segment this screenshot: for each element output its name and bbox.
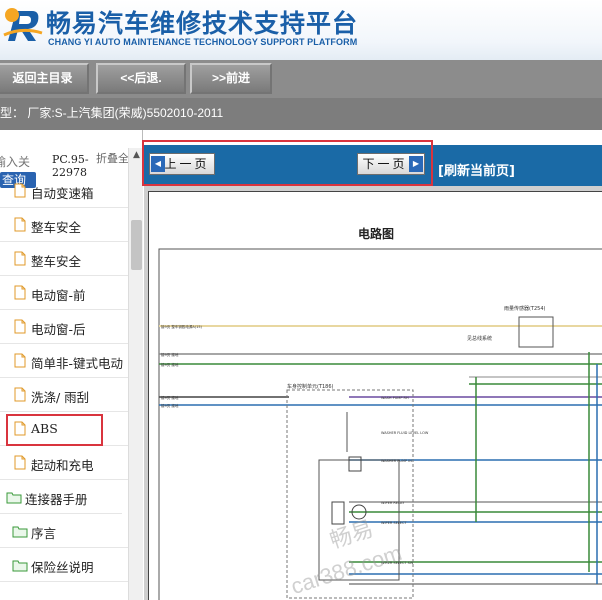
tree-item[interactable]: 连接器手册 [0,480,122,514]
svg-text:WIPER SELECT: WIPER SELECT [381,521,407,525]
folder-icon [12,526,28,538]
vehicle-info-bar: 车型： 厂家:S-上汽集团(荣威)5502010-2011 [0,98,602,130]
document-viewer: 电路图 雨量传感器(T254) 见总线系统 车身控制单元(T186) 接9页 整… [144,186,602,600]
tree-item[interactable]: 起动和充电 [0,446,128,480]
tree-item-label: 起动和充电 [31,458,94,473]
tree-item[interactable]: 序言 [0,514,128,548]
svg-text:见总线系统: 见总线系统 [467,335,492,342]
tree-item[interactable]: 整车安全 [0,242,128,276]
tree-item-label: 电动窗-后 [31,322,86,337]
document-icon [14,183,26,198]
scroll-thumb[interactable] [131,220,142,270]
folder-icon [6,492,22,504]
main-toolbar: 返回主目录 <<后退. >>前进 [0,60,602,98]
home-button[interactable]: 返回主目录 [0,63,89,94]
back-button[interactable]: <<后退. [96,63,186,94]
document-icon [14,285,26,300]
tree-item[interactable]: 保险丝说明 [0,548,128,582]
tree-item-label: 洗涤/ 雨刮 [31,390,90,405]
logo-icon [3,8,43,41]
tree-item-label: 简单非-键式电动 [31,356,124,371]
forward-button[interactable]: >>前进 [190,63,272,94]
svg-text:接9页 整车钥匙电源A(15): 接9页 整车钥匙电源A(15) [161,324,203,329]
svg-text:接9页 接地: 接9页 接地 [161,352,179,357]
svg-text:接9页 接地: 接9页 接地 [161,362,179,367]
svg-text:WASH PUMP RH: WASH PUMP RH [381,396,409,400]
tree-item[interactable]: 自动变速箱 [0,174,128,208]
document-icon [14,353,26,368]
selected-highlight [6,414,103,446]
app-subtitle: CHANG YI AUTO MAINTENANCE TECHNOLOGY SUP… [48,37,358,47]
left-scrollbar[interactable]: ▲ [128,148,143,600]
tree-item[interactable]: 简单非-键式电动 [0,344,128,378]
folder-icon [12,560,28,572]
tree-item-label: 连接器手册 [25,492,88,507]
tree-item-label: 整车安全 [31,254,82,269]
tree-item[interactable]: 电动窗-后 [0,310,128,344]
svg-text:雨量传感器(T254): 雨量传感器(T254) [504,305,546,312]
svg-text:WASHER FLUID LEVEL LOW: WASHER FLUID LEVEL LOW [381,431,429,435]
nav-highlight-box [142,140,433,186]
vehicle-label: 车型： 厂家:S-上汽集团(荣威)5502010-2011 [0,106,224,120]
svg-text:接9页 接地: 接9页 接地 [161,395,179,400]
tree-item[interactable]: 整车安全 [0,208,128,242]
document-page: 电路图 雨量传感器(T254) 见总线系统 车身控制单元(T186) 接9页 整… [148,191,602,600]
refresh-page-link[interactable]: [刷新当前页] [438,160,515,179]
tree-item-label: 整车安全 [31,220,82,235]
tree-item[interactable]: 洗涤/ 雨刮 [0,378,128,412]
app-header: 畅易汽车维修技术支持平台 CHANG YI AUTO MAINTENANCE T… [0,0,602,60]
document-icon [14,319,26,334]
tree-view: 自动变速箱 整车安全 整车安全 电动窗-前 电动窗-后 简单非-键式电动 洗涤/ 雨刮 ABS… [0,183,128,600]
svg-text:WASHER PUMP IN: WASHER PUMP IN [381,459,412,463]
document-icon [14,217,26,232]
search-input[interactable] [0,154,32,170]
svg-text:WIPER RELAY: WIPER RELAY [381,501,405,505]
document-icon [14,455,26,470]
document-icon [14,251,26,266]
document-icon [14,387,26,402]
tree-item-label: 电动窗-前 [31,288,86,303]
tree-item-label: 自动变速箱 [31,186,94,201]
tree-item-label: 序言 [31,526,57,541]
tree-item[interactable]: 电动窗-前 [0,276,128,310]
left-panel: 查询 PC.95-22978 折叠全部 自动变速箱整车安全整车安全电动窗-前电动… [0,130,143,600]
tree-item-label: 保险丝说明 [31,560,94,575]
app-title: 畅易汽车维修技术支持平台 [46,9,359,38]
svg-text:接9页 接地: 接9页 接地 [161,403,179,408]
svg-text:车身控制单元(T186): 车身控制单元(T186) [287,383,334,390]
